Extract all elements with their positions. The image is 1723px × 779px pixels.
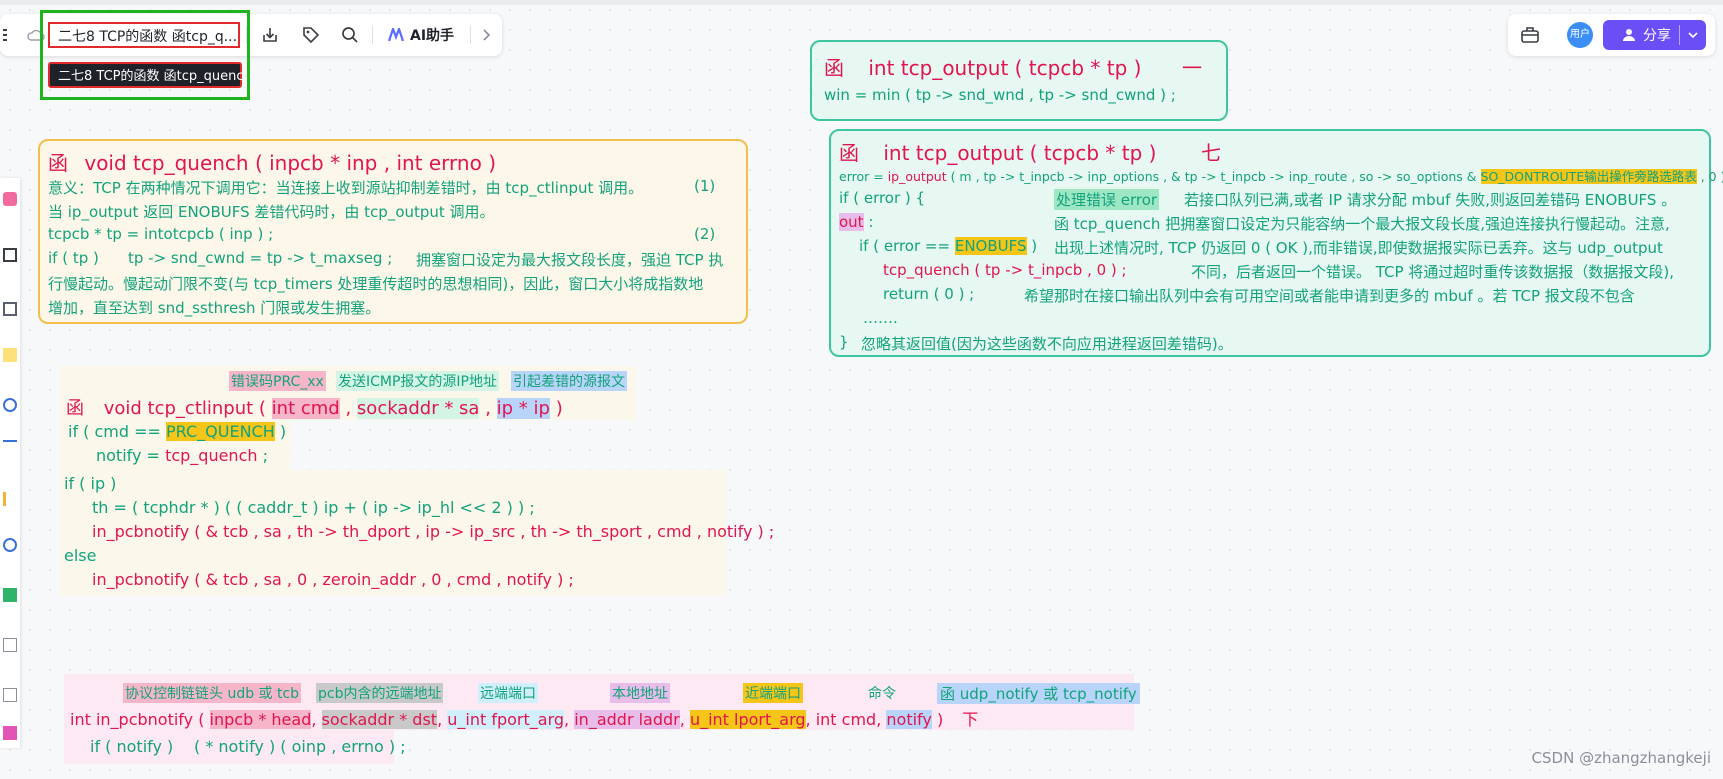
code-line: tp -> snd_cwnd = tp -> t_maxseg ; bbox=[128, 249, 393, 267]
func-prefix: 函 bbox=[48, 151, 68, 175]
text-line: 拥塞窗口设定为最大报文段长度，强迫 TCP 执 bbox=[416, 251, 724, 269]
param-note: 命令 bbox=[868, 686, 896, 702]
param-note: 函 udp_notify 或 tcp_notify bbox=[937, 683, 1140, 704]
tcp-quench-card[interactable]: 函 void tcp_quench ( inpcb * inp , int er… bbox=[38, 139, 748, 324]
left-tool-rail bbox=[0, 178, 20, 748]
param-note: 协议控制链链头 udb 或 tcb bbox=[123, 683, 302, 703]
share-label: 分享 bbox=[1643, 28, 1671, 44]
list-icon[interactable] bbox=[3, 688, 17, 702]
code-line: if ( error == ENOBUFS ) bbox=[859, 237, 1038, 255]
text-line: 若接口队列已满,或者 IP 请求分配 mbuf 失败,则返回差错码 ENOBUF… bbox=[1184, 191, 1677, 209]
text-line: 意义：TCP 在两种情况下调用它：当连接上收到源站抑制差错时，由 tcp_ctl… bbox=[48, 179, 644, 197]
func-signature: void tcp_quench ( inpcb * inp , int errn… bbox=[84, 151, 496, 175]
card-title: 函 void tcp_quench ( inpcb * inp , int er… bbox=[48, 147, 496, 176]
text-line: 行慢起动。慢起动门限不变(与 tcp_timers 处理重传超时的思想相同)，因… bbox=[48, 275, 704, 293]
add-user-icon bbox=[1623, 29, 1635, 41]
text-line: 不同，后者返回一个错误。 TCP 将通过超时重传该数据报（数据报文段), bbox=[1191, 263, 1674, 281]
param-note: 发送ICMP报文的源IP地址 bbox=[336, 371, 499, 391]
text-line: 增加，直至达到 snd_ssthresh 门限或发生拥塞。 bbox=[48, 299, 381, 317]
briefcase-icon[interactable] bbox=[1520, 25, 1540, 45]
text-line: 忽略其返回值(因为这些函数不向应用进程返回差错码)。 bbox=[861, 335, 1233, 353]
share-button[interactable]: 分享 bbox=[1603, 20, 1706, 50]
line-number: (2) bbox=[694, 225, 716, 243]
ai-assistant-label: AI助手 bbox=[410, 28, 455, 44]
code-line: out : bbox=[839, 213, 874, 231]
tcp-output-card-1[interactable]: 函 int tcp_output ( tcpcb * tp ) 一 win = … bbox=[810, 40, 1228, 121]
avatar[interactable]: 用户 bbox=[1567, 22, 1593, 48]
chevron-down-icon[interactable] bbox=[1687, 30, 1699, 40]
ai-assistant-button[interactable]: AI助手 bbox=[388, 25, 454, 45]
section-number: 一 bbox=[1182, 56, 1202, 80]
tag-icon[interactable] bbox=[299, 23, 323, 47]
text-line: 函 tcp_quench 把拥塞窗口设定为只能容纳一个最大报文段长度,强迫连接执… bbox=[1054, 215, 1670, 233]
doc-icon[interactable] bbox=[3, 638, 17, 652]
more-icon[interactable] bbox=[3, 726, 17, 740]
shape-icon[interactable] bbox=[3, 398, 17, 412]
code-line: notify = tcp_quench ; bbox=[96, 446, 268, 465]
ai-logo-icon bbox=[388, 28, 405, 42]
code-line: in_pcbnotify ( & tcb , sa , th -> th_dpo… bbox=[92, 522, 775, 541]
text-line: 出现上述情况时, TCP 仍返回 0 ( OK ),而非错误,即使数据报实际已丢… bbox=[1054, 239, 1663, 257]
top-edge bbox=[0, 0, 1723, 5]
param-note: 本地地址 bbox=[610, 683, 670, 703]
download-icon[interactable] bbox=[258, 23, 282, 47]
watermark: CSDN @zhangzhangkeji bbox=[1531, 749, 1711, 767]
table-icon[interactable] bbox=[3, 588, 17, 602]
param-note: 近端端口 bbox=[743, 683, 803, 703]
text-line: 希望那时在接口输出队列中会有可用空间或者能申请到更多的 mbuf 。若 TCP … bbox=[1024, 287, 1635, 305]
card-title: 函 int tcp_output ( tcpcb * tp ) bbox=[839, 141, 1157, 165]
pen-icon[interactable] bbox=[3, 492, 20, 506]
menu-icon[interactable] bbox=[0, 23, 20, 47]
note-icon[interactable] bbox=[3, 348, 17, 362]
code-line: tcpcb * tp = intotcpcb ( inp ) ; bbox=[48, 225, 274, 243]
code-line: win = min ( tp -> snd_wnd , tp -> snd_cw… bbox=[824, 86, 1176, 104]
pcbnotify-signature: int in_pcbnotify ( inpcb * head, sockadd… bbox=[70, 710, 979, 729]
line-number: (1) bbox=[694, 177, 716, 195]
param-note: pcb内含的远端地址 bbox=[316, 683, 444, 703]
code-line: ……. bbox=[863, 309, 898, 327]
mindmap-icon[interactable] bbox=[3, 538, 17, 552]
code-line: if ( error ) { bbox=[839, 189, 926, 207]
image-icon[interactable] bbox=[3, 302, 17, 316]
code-line: else bbox=[64, 546, 97, 565]
code-line: if ( ip ) bbox=[64, 474, 117, 493]
section-number: 七 bbox=[1201, 141, 1221, 165]
comment-label: 处理错误 error bbox=[1054, 189, 1160, 210]
highlight-outline bbox=[40, 10, 250, 100]
frame-icon[interactable] bbox=[3, 248, 17, 262]
code-line: ( * notify ) ( oinp , errno ) ; bbox=[194, 737, 406, 756]
param-note: 远端端口 bbox=[478, 683, 538, 703]
code-line: if ( notify ) bbox=[90, 737, 174, 756]
card-title: 函 int tcp_output ( tcpcb * tp ) bbox=[824, 56, 1142, 80]
tcp-output-card-7[interactable]: 函 int tcp_output ( tcpcb * tp ) 七 error … bbox=[829, 129, 1723, 357]
code-line: return ( 0 ) ; bbox=[883, 285, 975, 303]
chevron-right-icon[interactable] bbox=[475, 23, 499, 47]
ctlinput-signature: 函 void tcp_ctlinput ( int cmd , sockaddr… bbox=[66, 398, 563, 419]
code-line: th = ( tcphdr * ) ( ( caddr_t ) ip + ( i… bbox=[92, 498, 535, 517]
code-line: error = ip_output ( m , tp -> t_inpcb ->… bbox=[839, 169, 1723, 184]
sticky-note-icon[interactable] bbox=[3, 192, 17, 206]
text-line: 当 ip_output 返回 ENOBUFS 差错代码时，由 tcp_outpu… bbox=[48, 203, 495, 221]
param-note: 引起差错的源报文 bbox=[511, 371, 627, 391]
code-line: } bbox=[839, 333, 849, 351]
code-line: in_pcbnotify ( & tcb , sa , 0 , zeroin_a… bbox=[92, 570, 574, 589]
code-line: tcp_quench ( tp -> t_inpcb , 0 ) ; bbox=[883, 261, 1127, 279]
param-note: 错误码PRC_xx bbox=[229, 371, 326, 391]
code-line: if ( tp ) bbox=[48, 249, 99, 267]
code-line: if ( cmd == PRC_QUENCH ) bbox=[68, 422, 287, 441]
search-icon[interactable] bbox=[338, 23, 362, 47]
connector-icon[interactable] bbox=[3, 440, 17, 456]
